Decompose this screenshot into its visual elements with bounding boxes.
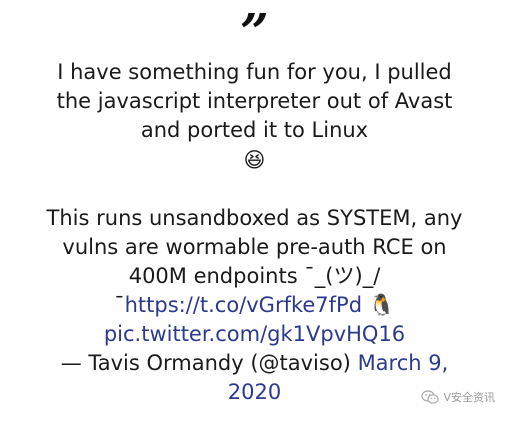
- quote-paragraph-2: This runs unsandboxed as SYSTEM, any vul…: [40, 204, 469, 408]
- pic-twitter-link[interactable]: pic.twitter.com/gk1VpvHQ16: [104, 322, 405, 346]
- laughing-emoji: 😆: [243, 147, 266, 172]
- quote-paragraph-1-text: I have something fun for you, I pulled t…: [56, 60, 453, 142]
- quote-body: I have something fun for you, I pulled t…: [40, 58, 469, 407]
- penguin-emoji: 🐧: [368, 293, 395, 317]
- tweet-link[interactable]: https://t.co/vGrfke7fPd: [125, 293, 362, 317]
- tweet-attribution: — Tavis Ormandy (@taviso): [60, 351, 351, 375]
- watermark: V安全资讯: [421, 389, 495, 405]
- quote-mark: ”: [240, 2, 269, 61]
- tweet-quote-card: ” I have something fun for you, I pulled…: [0, 0, 509, 421]
- wechat-icon: [421, 389, 440, 405]
- quote-paragraph-1: I have something fun for you, I pulled t…: [40, 58, 469, 175]
- watermark-text: V安全资讯: [443, 391, 495, 404]
